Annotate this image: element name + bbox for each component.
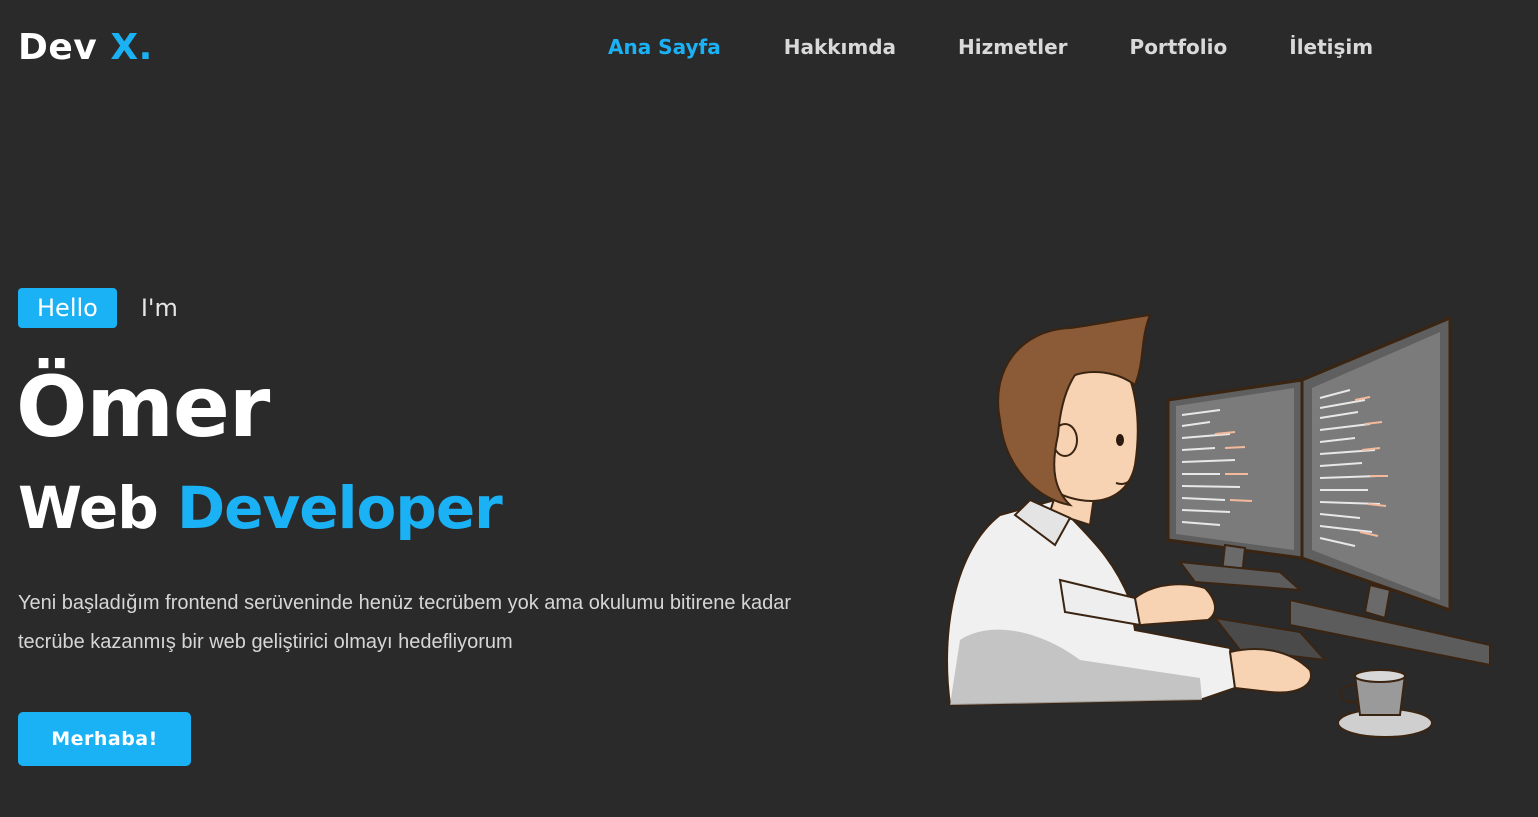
nav-hakkimda[interactable]: Hakkımda: [784, 33, 896, 61]
greeting-row: Hello I'm: [18, 288, 178, 328]
role-prefix: Web: [18, 474, 159, 542]
hero-description: Yeni başladığım frontend serüveninde hen…: [18, 592, 792, 653]
hero-name: Ömer: [16, 358, 270, 456]
hero-role: Web Developer: [18, 472, 503, 544]
page: Dev X. Ana Sayfa Hakkımda Hizmetler Port…: [0, 0, 1538, 817]
logo-accent: X.: [110, 27, 153, 68]
nav-ana-sayfa[interactable]: Ana Sayfa: [608, 33, 721, 61]
nav-hizmetler[interactable]: Hizmetler: [958, 33, 1067, 61]
hello-badge: Hello: [18, 288, 117, 328]
logo[interactable]: Dev X.: [18, 27, 153, 69]
nav-portfolio[interactable]: Portfolio: [1130, 33, 1228, 61]
im-text: I'm: [140, 294, 178, 322]
merhaba-button[interactable]: Merhaba!: [18, 712, 191, 766]
main-nav: Ana Sayfa Hakkımda Hizmetler Portfolio İ…: [608, 33, 1373, 61]
developer-at-computer-illustration: [946, 313, 1491, 738]
logo-text: Dev: [18, 27, 98, 68]
nav-iletisim[interactable]: İletişim: [1289, 33, 1373, 61]
role-accent: Developer: [176, 474, 503, 542]
